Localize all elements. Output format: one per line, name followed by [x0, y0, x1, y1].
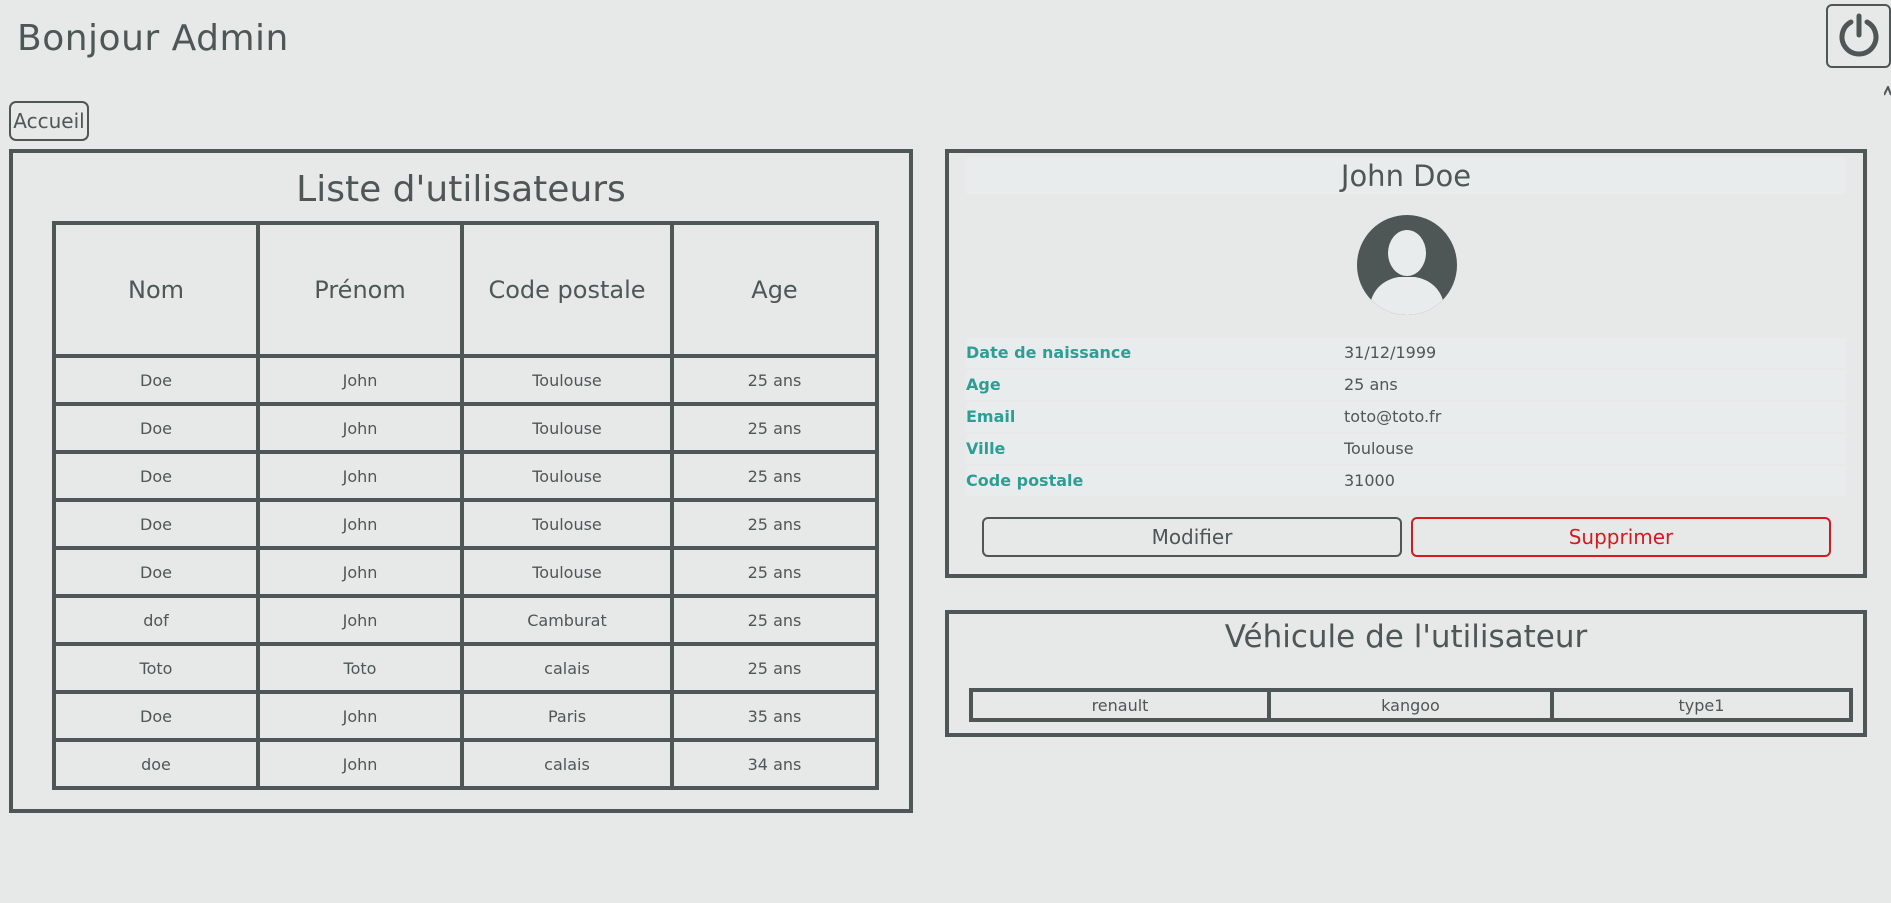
column-header-nom: Nom	[52, 221, 260, 358]
table-cell: Doe	[52, 498, 260, 550]
user-avatar-icon	[1357, 215, 1457, 315]
table-cell: 25 ans	[670, 450, 879, 502]
info-value: 25 ans	[1344, 375, 1398, 394]
table-cell: Toulouse	[460, 354, 674, 406]
table-cell: 25 ans	[670, 594, 879, 646]
table-row[interactable]: Doe John Toulouse 25 ans	[52, 546, 879, 598]
table-cell: Toulouse	[460, 498, 674, 550]
table-row[interactable]: dof John Camburat 25 ans	[52, 594, 879, 646]
table-cell: calais	[460, 738, 674, 790]
table-cell: John	[256, 738, 464, 790]
table-row[interactable]: Toto Toto calais 25 ans	[52, 642, 879, 694]
table-cell: calais	[460, 642, 674, 694]
column-header-prenom: Prénom	[256, 221, 464, 358]
info-label: Date de naissance	[966, 343, 1132, 362]
page-root: Bonjour Admin Accueil Liste d'utilisateu…	[0, 0, 1891, 903]
info-row-date-de-naissance: Date de naissance 31/12/1999	[966, 338, 1846, 368]
table-cell: Toto	[256, 642, 464, 694]
table-cell: John	[256, 450, 464, 502]
table-cell: Doe	[52, 354, 260, 406]
info-row-email: Email toto@toto.fr	[966, 402, 1846, 432]
table-cell: doe	[52, 738, 260, 790]
table-cell: 25 ans	[670, 402, 879, 454]
info-value: 31/12/1999	[1344, 343, 1437, 362]
table-cell: Doe	[52, 402, 260, 454]
table-row[interactable]: Doe John Paris 35 ans	[52, 690, 879, 742]
user-detail-name: John Doe	[966, 158, 1846, 194]
table-cell: 25 ans	[670, 642, 879, 694]
info-label: Code postale	[966, 471, 1084, 490]
table-row[interactable]: Doe John Toulouse 25 ans	[52, 450, 879, 502]
table-cell: John	[256, 354, 464, 406]
table-cell: Paris	[460, 690, 674, 742]
table-row[interactable]: Doe John Toulouse 25 ans	[52, 498, 879, 550]
table-cell: 34 ans	[670, 738, 879, 790]
info-label: Email	[966, 407, 1016, 426]
table-cell: 25 ans	[670, 546, 879, 598]
scroll-up-icon[interactable]	[1884, 86, 1891, 96]
edit-button[interactable]: Modifier	[982, 517, 1402, 557]
table-cell: 35 ans	[670, 690, 879, 742]
column-header-code-postale: Code postale	[460, 221, 674, 358]
table-cell: Doe	[52, 450, 260, 502]
table-cell: Toulouse	[460, 450, 674, 502]
table-cell: John	[256, 546, 464, 598]
delete-button[interactable]: Supprimer	[1411, 517, 1831, 557]
info-value: toto@toto.fr	[1344, 407, 1442, 426]
info-value: 31000	[1344, 471, 1395, 490]
column-header-age: Age	[670, 221, 879, 358]
table-row: renault kangoo type1	[969, 688, 1853, 722]
table-cell: Doe	[52, 546, 260, 598]
table-cell: John	[256, 690, 464, 742]
table-cell: 25 ans	[670, 498, 879, 550]
table-row[interactable]: Doe John Toulouse 25 ans	[52, 354, 879, 406]
table-cell: John	[256, 402, 464, 454]
page-title: Bonjour Admin	[17, 18, 289, 59]
vehicle-title: Véhicule de l'utilisateur	[1224, 619, 1588, 655]
users-table-header: Nom Prénom Code postale Age	[52, 221, 879, 358]
user-list-panel: Liste d'utilisateurs Nom Prénom Code pos…	[9, 149, 913, 813]
table-cell: John	[256, 594, 464, 646]
table-cell: Camburat	[460, 594, 674, 646]
vehicle-model: kangoo	[1267, 688, 1554, 722]
info-label: Age	[966, 375, 1001, 394]
table-cell: John	[256, 498, 464, 550]
vehicle-table: renault kangoo type1	[969, 688, 1853, 722]
table-row[interactable]: doe John calais 34 ans	[52, 738, 879, 790]
users-table: Nom Prénom Code postale Age Doe John Tou…	[52, 221, 879, 790]
vehicle-type: type1	[1550, 688, 1853, 722]
table-cell: dof	[52, 594, 260, 646]
power-icon	[1839, 13, 1878, 57]
table-cell: Toto	[52, 642, 260, 694]
info-row-age: Age 25 ans	[966, 370, 1846, 400]
info-row-ville: Ville Toulouse	[966, 434, 1846, 464]
user-list-title: Liste d'utilisateurs	[296, 169, 626, 210]
table-cell: Toulouse	[460, 546, 674, 598]
vehicle-brand: renault	[969, 688, 1271, 722]
table-row[interactable]: Doe John Toulouse 25 ans	[52, 402, 879, 454]
user-detail-panel: John Doe Date de naissance 31/12/1999 Ag…	[945, 149, 1867, 578]
logout-button[interactable]	[1826, 4, 1891, 68]
table-cell: Toulouse	[460, 402, 674, 454]
info-label: Ville	[966, 439, 1006, 458]
info-row-code-postale: Code postale 31000	[966, 466, 1846, 496]
table-cell: Doe	[52, 690, 260, 742]
home-button[interactable]: Accueil	[9, 101, 89, 141]
info-value: Toulouse	[1344, 439, 1414, 458]
table-cell: 25 ans	[670, 354, 879, 406]
vehicle-panel: Véhicule de l'utilisateur renault kangoo…	[945, 610, 1867, 737]
